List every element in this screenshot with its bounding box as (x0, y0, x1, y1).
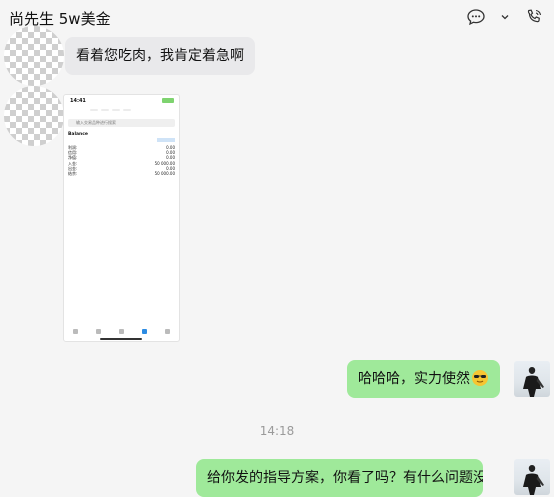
image-message[interactable]: 14:41 输入交易品种进行搜索 Balance 利润: 0.00 信用: 0.00… (63, 94, 180, 342)
row-value: 50 000.00 (154, 171, 175, 177)
nav-item (117, 329, 127, 335)
chat-bubble-icon[interactable] (466, 7, 486, 27)
home-indicator (100, 338, 142, 340)
nav-item (94, 329, 104, 335)
message-text: 哈哈哈，实力使然 (358, 371, 470, 387)
nav-item (163, 329, 173, 335)
chat-header: 尚先生 5w美金 (0, 0, 554, 36)
my-avatar[interactable] (514, 361, 550, 397)
chat-title[interactable]: 尚先生 5w美金 (9, 8, 111, 29)
message-bubble-outgoing[interactable]: 给你发的指导方案，你看了吗？有什么问题没 (196, 459, 483, 497)
screenshot-tab (101, 109, 109, 111)
screenshot-tabs (90, 109, 131, 111)
nav-icon (119, 329, 124, 334)
screenshot-rows: 利润: 0.00 信用: 0.00 净值: 0.00 入金: 50 000.00 出金:… (68, 145, 175, 176)
screenshot-account-button (157, 138, 175, 142)
message-timestamp: 14:18 (259, 424, 295, 438)
screenshot-balance-label: Balance (68, 132, 88, 137)
screenshot-tab (112, 109, 120, 111)
nav-icon (165, 329, 170, 334)
screenshot-tab (123, 109, 131, 111)
message-bubble-outgoing[interactable]: 哈哈哈，实力使然 (347, 360, 500, 398)
person-silhouette-icon (523, 465, 544, 495)
screenshot-bottom-nav (64, 329, 179, 335)
person-silhouette-icon (523, 367, 544, 397)
nav-icon (96, 329, 101, 334)
header-actions (466, 7, 544, 27)
contact-avatar[interactable] (4, 86, 64, 146)
nav-item (140, 329, 150, 335)
nav-item (71, 329, 81, 335)
my-avatar[interactable] (514, 459, 550, 495)
contact-avatar[interactable] (4, 26, 64, 86)
nav-icon (73, 329, 78, 334)
message-bubble-incoming[interactable]: 看着您吃肉，我肯定着急啊 (65, 37, 255, 75)
screenshot-search: 输入交易品种进行搜索 (68, 119, 175, 127)
battery-icon (162, 98, 174, 103)
voice-call-icon[interactable] (524, 7, 544, 27)
row-label: 结余: (68, 171, 78, 177)
screenshot-row: 结余: 50 000.00 (68, 171, 175, 176)
screenshot-tab (90, 109, 98, 111)
screenshot-status-time: 14:41 (70, 98, 86, 104)
nav-icon (142, 329, 147, 334)
cool-face-emoji-icon (470, 370, 489, 387)
chevron-down-icon[interactable] (500, 12, 510, 22)
